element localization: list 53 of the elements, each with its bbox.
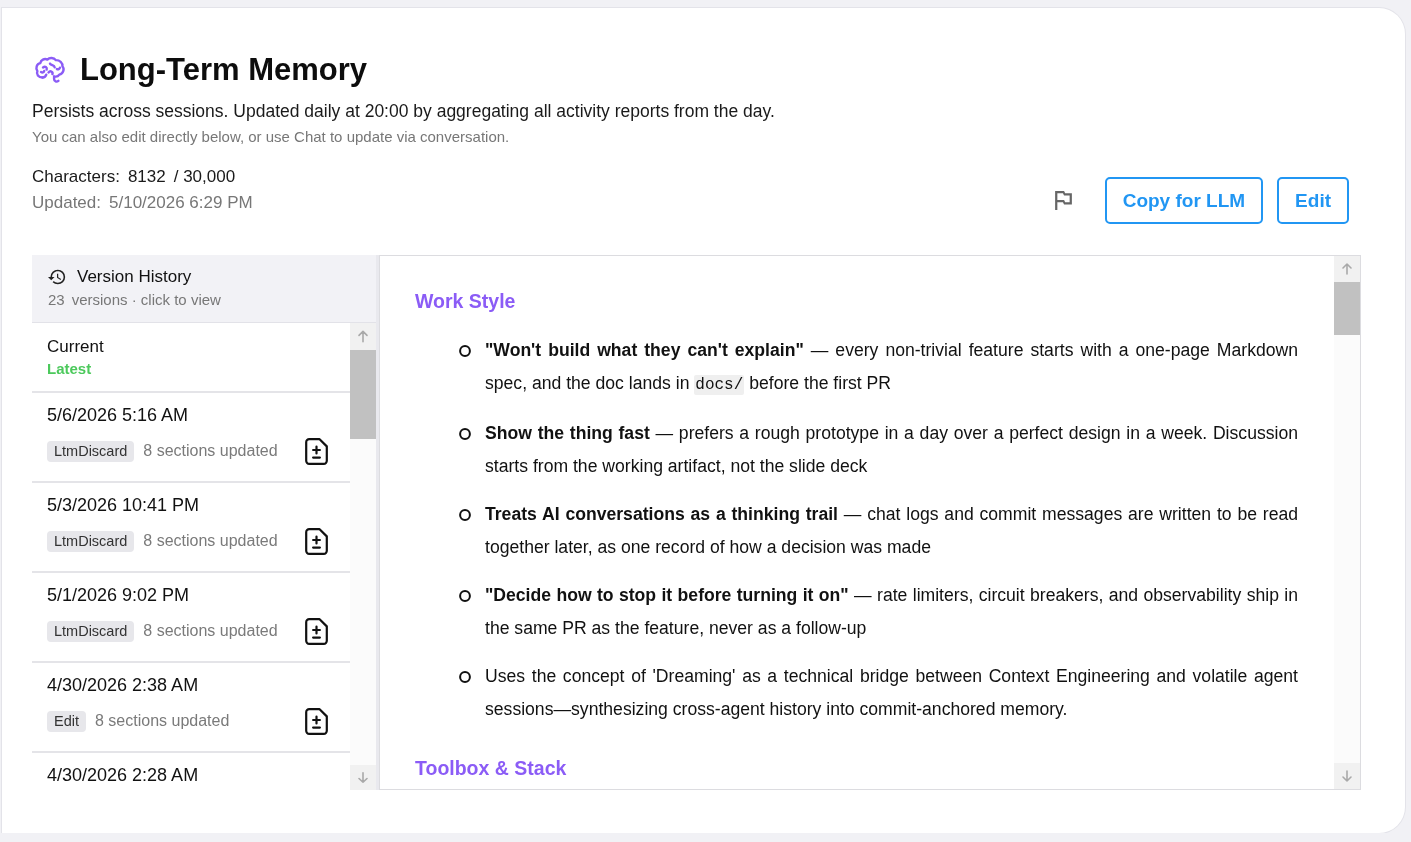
character-count: 8132	[127, 166, 166, 188]
source-tag: LtmDiscard	[47, 530, 135, 552]
scrollbar[interactable]	[1334, 256, 1360, 789]
version-count-label: versions · click to view	[71, 290, 221, 310]
source-tag: LtmDiscard	[47, 620, 135, 642]
updated-time: 5/10/2026 6:29 PM	[109, 192, 253, 214]
version-title: Current	[47, 336, 105, 358]
source-tag: LtmDiscard	[47, 440, 135, 462]
bullet-icon	[459, 589, 471, 602]
document-plus-minus-icon[interactable]	[305, 707, 328, 735]
list-item-text: Uses the concept of 'Dreaming' as a technical bridge between Context Engineering and volatile agent sessions—synthesizing cross-agent history into commit-anchored memory.	[485, 665, 1298, 721]
arrow-down-icon[interactable]	[350, 765, 376, 790]
characters-label: Characters:	[32, 166, 120, 188]
brain-icon	[34, 56, 66, 84]
list-item-text: Show the thing fast — prefers a rough prototype in a day over a perfect design in a week. Discussion starts from the working artifact, not the slide deck	[485, 422, 1298, 478]
change-summary: 8 sections updated	[143, 532, 278, 550]
character-limit: / 30,000	[173, 166, 236, 188]
change-summary: 8 sections updated	[143, 442, 278, 460]
section-heading: Toolbox & Stack	[415, 756, 568, 781]
arrow-up-icon[interactable]	[350, 323, 376, 350]
updated-label: Updated:	[32, 192, 101, 214]
document-plus-minus-icon[interactable]	[305, 437, 328, 465]
bullet-icon	[459, 670, 471, 683]
list-item-text: "Won't build what they can't explain" — every non-trivial feature starts with a one-page Markdown spec, and the doc lands in docs/ before the first PR	[485, 339, 1298, 397]
change-summary: 8 sections updated	[143, 622, 278, 640]
status-label: Latest	[47, 359, 93, 379]
version-history-title: Version History	[77, 266, 192, 288]
change-summary: 8 sections updated	[95, 712, 230, 730]
document-plus-minus-icon[interactable]	[305, 617, 328, 645]
version-count: 23	[48, 290, 65, 310]
scrollbar-thumb[interactable]	[350, 350, 376, 439]
list-item-text: "Decide how to stop it before turning it on" — rate limiters, circuit breakers, and observability ship in the same PR as the feature, never as a follow-up	[485, 584, 1298, 640]
description-text: Persists across sessions. Updated daily at 20:00 by aggregating all activity reports from the day.	[32, 100, 776, 123]
version-date: 5/6/2026 5:16 AM	[47, 405, 190, 425]
arrow-down-icon[interactable]	[1334, 763, 1360, 789]
version-date: 5/3/2026 10:41 PM	[47, 495, 201, 515]
bullet-icon	[459, 344, 471, 357]
bullet-icon	[459, 508, 471, 521]
history-icon	[48, 269, 66, 285]
version-date: 5/1/2026 9:02 PM	[47, 585, 191, 605]
page-title: Long-Term Memory	[80, 52, 368, 88]
section-heading: Work Style	[415, 289, 517, 314]
document-plus-minus-icon[interactable]	[305, 527, 328, 555]
scrollbar-thumb[interactable]	[1334, 282, 1360, 335]
bullet-icon	[459, 427, 471, 440]
scrollbar[interactable]	[350, 323, 376, 790]
flag-icon[interactable]	[1054, 191, 1072, 210]
source-tag: Edit	[47, 710, 86, 732]
hint-text: You can also edit directly below, or use Chat to update via conversation.	[32, 127, 511, 147]
arrow-up-icon[interactable]	[1334, 256, 1360, 282]
version-date: 4/30/2026 2:28 AM	[47, 765, 200, 785]
list-item-text: Treats AI conversations as a thinking trail — chat logs and commit messages are written to be read together later, as one record of how a decision was made	[485, 503, 1298, 559]
version-date: 4/30/2026 2:38 AM	[47, 675, 200, 695]
